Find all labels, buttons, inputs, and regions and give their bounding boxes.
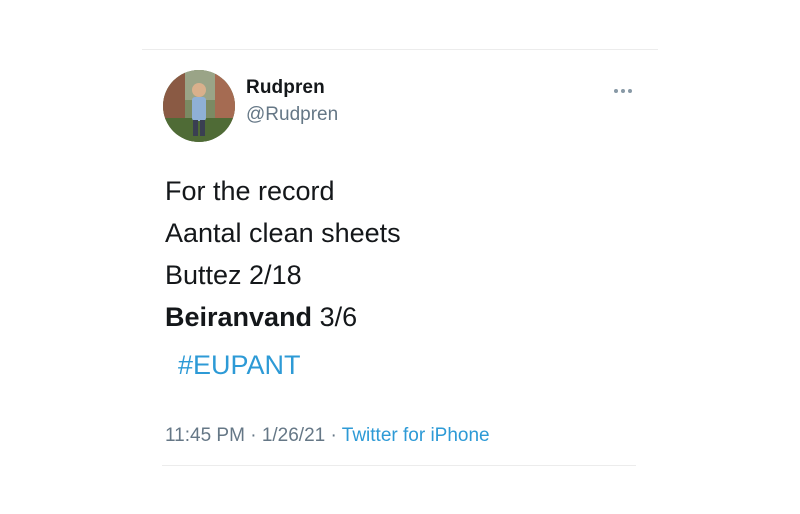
tweet-body: For the record Aantal clean sheets Butte…: [165, 170, 401, 338]
tweet-card: Rudpren @Rudpren For the record Aantal c…: [0, 0, 800, 514]
hashtag-link[interactable]: #EUPANT: [178, 350, 301, 381]
more-dots-icon[interactable]: [611, 84, 635, 98]
author-display-name[interactable]: Rudpren: [246, 77, 325, 99]
tweet-line: Beiranvand 3/6: [165, 296, 401, 338]
tweet-source-link[interactable]: Twitter for iPhone: [342, 425, 490, 446]
tweet-line: Buttez 2/18: [165, 260, 302, 290]
score-text: 3/6: [312, 302, 358, 332]
avatar[interactable]: [163, 70, 235, 142]
author-handle[interactable]: @Rudpren: [246, 104, 338, 126]
bold-name: Beiranvand: [165, 302, 313, 332]
tweet-line: Aantal clean sheets: [165, 218, 401, 248]
top-divider: [142, 49, 658, 50]
profile-photo: [163, 70, 235, 142]
tweet-line: For the record: [165, 176, 335, 206]
meta-separator: ·: [325, 425, 342, 446]
bottom-divider: [162, 465, 636, 466]
tweet-time[interactable]: 11:45 PM: [165, 425, 245, 446]
tweet-meta: 11:45 PM · 1/26/21 · Twitter for iPhone: [165, 425, 490, 447]
tweet-date[interactable]: 1/26/21: [262, 425, 325, 446]
meta-separator: ·: [244, 425, 262, 446]
